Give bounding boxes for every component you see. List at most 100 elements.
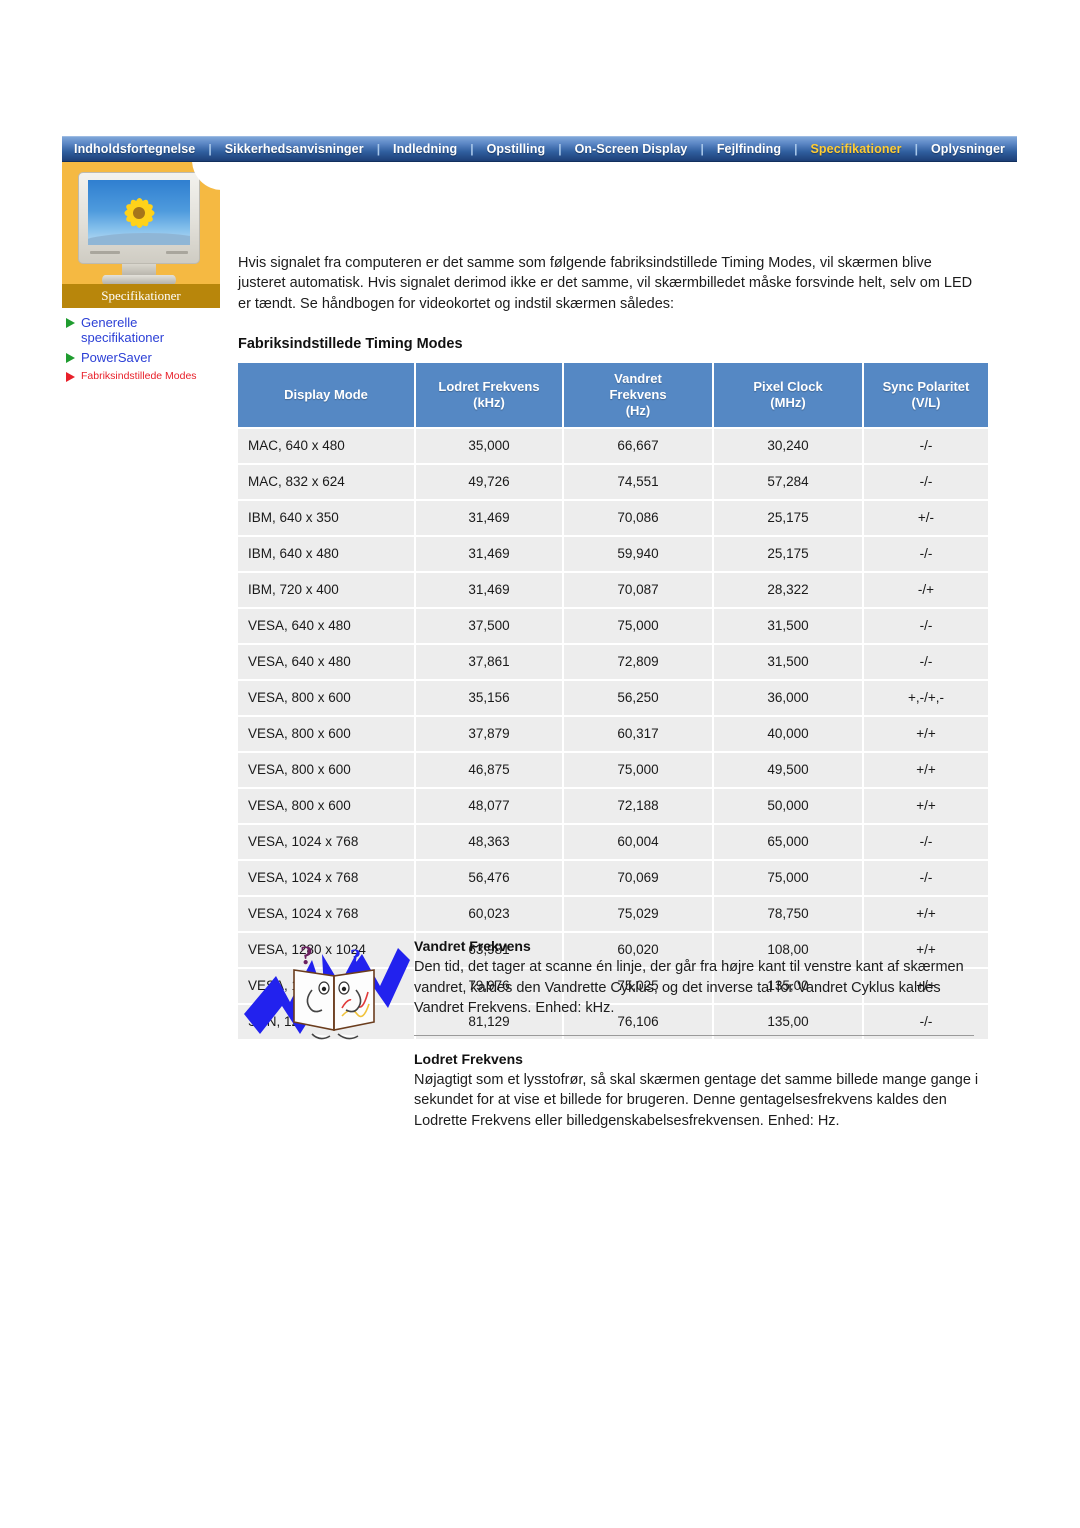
nav-item-indledning[interactable]: Indledning [381, 137, 469, 161]
cell-pol: +/+ [864, 753, 988, 787]
header-text: (kHz) [473, 395, 505, 410]
cell-hfreq: 72,188 [564, 789, 712, 823]
cell-vfreq: 46,875 [416, 753, 562, 787]
cell-mode: VESA, 1024 x 768 [238, 861, 414, 895]
nav-item-on-screen-display[interactable]: On-Screen Display [563, 137, 700, 161]
cell-vfreq: 31,469 [416, 537, 562, 571]
header-text: Sync Polaritet [882, 379, 970, 394]
table-row: VESA, 800 x 600 46,875 75,000 49,500 +/+ [238, 753, 988, 787]
table-row: MAC, 640 x 480 35,000 66,667 30,240 -/- [238, 429, 988, 463]
sidebar-link-label: Generelle specifikationer [81, 315, 165, 345]
page-root: Indholdsfortegnelse | Sikkerhedsanvisninge… [0, 0, 1080, 1528]
table-header-row: Display Mode Lodret Frekvens (kHz) Vandret F… [238, 363, 988, 427]
cell-hfreq: 60,317 [564, 717, 712, 751]
svg-text:?: ? [350, 944, 361, 969]
cell-clock: 78,750 [714, 897, 862, 931]
table-head: Display Mode Lodret Frekvens (kHz) Vandret F… [238, 363, 988, 427]
sidebar-link-fabriksindstillede-modes[interactable]: Fabriksindstillede Modes [66, 370, 220, 383]
nav-item-fejlfinding[interactable]: Fejlfinding [705, 137, 793, 161]
table-row: VESA, 1024 x 768 48,363 60,004 65,000 -/- [238, 825, 988, 859]
table-row: VESA, 640 x 480 37,861 72,809 31,500 -/- [238, 645, 988, 679]
cell-pol: +/+ [864, 789, 988, 823]
sidebar-section-label: Specifikationer [62, 284, 220, 308]
cell-hfreq: 56,250 [564, 681, 712, 715]
table-header-cell-2: Vandret Frekvens (Hz) [564, 363, 712, 427]
cell-pol: -/- [864, 465, 988, 499]
table-row: VESA, 1024 x 768 56,476 70,069 75,000 -/- [238, 861, 988, 895]
table-row: MAC, 832 x 624 49,726 74,551 57,284 -/- [238, 465, 988, 499]
table-row: VESA, 800 x 600 48,077 72,188 50,000 +/+ [238, 789, 988, 823]
sidebar-link-label: PowerSaver [81, 350, 152, 365]
table-header-cell-1: Lodret Frekvens (kHz) [416, 363, 562, 427]
notes-text-column: Vandret Frekvens Den tid, det tager at s… [414, 930, 990, 1131]
cell-vfreq: 31,469 [416, 501, 562, 535]
nav-item-opstilling[interactable]: Opstilling [475, 137, 558, 161]
table-header-cell-0: Display Mode [238, 363, 414, 427]
header-text: Display Mode [284, 387, 368, 402]
cell-clock: 75,000 [714, 861, 862, 895]
cell-pol: -/+ [864, 573, 988, 607]
cell-mode: VESA, 800 x 600 [238, 753, 414, 787]
vertical-freq-title: Lodret Frekvens [414, 1050, 523, 1067]
cell-hfreq: 70,087 [564, 573, 712, 607]
notes-divider [414, 1034, 974, 1036]
horizontal-freq-text: Den tid, det tager at scanne én linje, d… [414, 959, 964, 1016]
header-text: Lodret Frekvens [438, 379, 540, 394]
monitor-model-mark [166, 251, 188, 254]
sidebar-link-list: Generelle specifikationer PowerSaver Fabri… [62, 308, 220, 383]
cell-mode: MAC, 640 x 480 [238, 429, 414, 463]
cell-clock: 30,240 [714, 429, 862, 463]
cell-vfreq: 60,023 [416, 897, 562, 931]
cell-mode: VESA, 800 x 600 [238, 789, 414, 823]
cell-mode: VESA, 640 x 480 [238, 609, 414, 643]
intro-paragraph: Hvis signalet fra computeren er det samm… [238, 254, 973, 312]
sidebar-link-generelle-specifikationer[interactable]: Generelle specifikationer [66, 315, 220, 345]
cell-pol: -/- [864, 825, 988, 859]
vertical-freq-text: Nøjagtigt som et lysstofrør, så skal skæ… [414, 1071, 979, 1129]
monitor-body [78, 172, 200, 264]
top-navigation-bar: Indholdsfortegnelse | Sikkerhedsanvisninge… [62, 136, 1017, 162]
cell-vfreq: 35,156 [416, 681, 562, 715]
cell-mode: IBM, 640 x 480 [238, 537, 414, 571]
cell-clock: 25,175 [714, 501, 862, 535]
cell-clock: 25,175 [714, 537, 862, 571]
cell-mode: VESA, 1024 x 768 [238, 825, 414, 859]
nav-item-oplysninger[interactable]: Oplysninger [919, 137, 1017, 161]
arrow-green-icon [66, 353, 75, 363]
cell-pol: +/+ [864, 897, 988, 931]
cell-vfreq: 37,500 [416, 609, 562, 643]
open-book-question-icon: ? ? [238, 930, 414, 1045]
monitor-stand-base [102, 275, 176, 284]
cell-vfreq: 31,469 [416, 573, 562, 607]
table-header-cell-4: Sync Polaritet (V/L) [864, 363, 988, 427]
sidebar: Specifikationer Generelle specifikatione… [62, 162, 220, 388]
cell-clock: 36,000 [714, 681, 862, 715]
main-content: Hvis signalet fra computeren er det samm… [238, 238, 988, 1041]
sidebar-link-powersaver[interactable]: PowerSaver [66, 350, 220, 365]
cell-mode: VESA, 800 x 600 [238, 717, 414, 751]
cell-vfreq: 56,476 [416, 861, 562, 895]
cell-pol: -/- [864, 537, 988, 571]
cell-clock: 31,500 [714, 609, 862, 643]
sidebar-link-label: Fabriksindstillede Modes [81, 370, 197, 382]
cell-pol: +/+ [864, 717, 988, 751]
cell-pol: -/- [864, 609, 988, 643]
cell-clock: 28,322 [714, 573, 862, 607]
cell-hfreq: 75,000 [564, 609, 712, 643]
table-header-cell-3: Pixel Clock (MHz) [714, 363, 862, 427]
nav-item-indholdsfortegnelse[interactable]: Indholdsfortegnelse [62, 137, 207, 161]
cell-vfreq: 35,000 [416, 429, 562, 463]
cell-mode: VESA, 1024 x 768 [238, 897, 414, 931]
svg-text:?: ? [300, 941, 313, 970]
cell-mode: IBM, 720 x 400 [238, 573, 414, 607]
nav-item-sikkerhedsanvisninger[interactable]: Sikkerhedsanvisninger [213, 137, 376, 161]
cell-mode: IBM, 640 x 350 [238, 501, 414, 535]
sidebar-image-block [62, 162, 220, 284]
nav-item-specifikationer[interactable]: Specifikationer [798, 137, 913, 161]
cell-mode: MAC, 832 x 624 [238, 465, 414, 499]
screen-hill-shape [88, 233, 190, 245]
arrow-red-icon [66, 372, 75, 382]
horizontal-freq-title: Vandret Frekvens [414, 938, 531, 954]
cell-vfreq: 48,363 [416, 825, 562, 859]
table-row: IBM, 720 x 400 31,469 70,087 28,322 -/+ [238, 573, 988, 607]
